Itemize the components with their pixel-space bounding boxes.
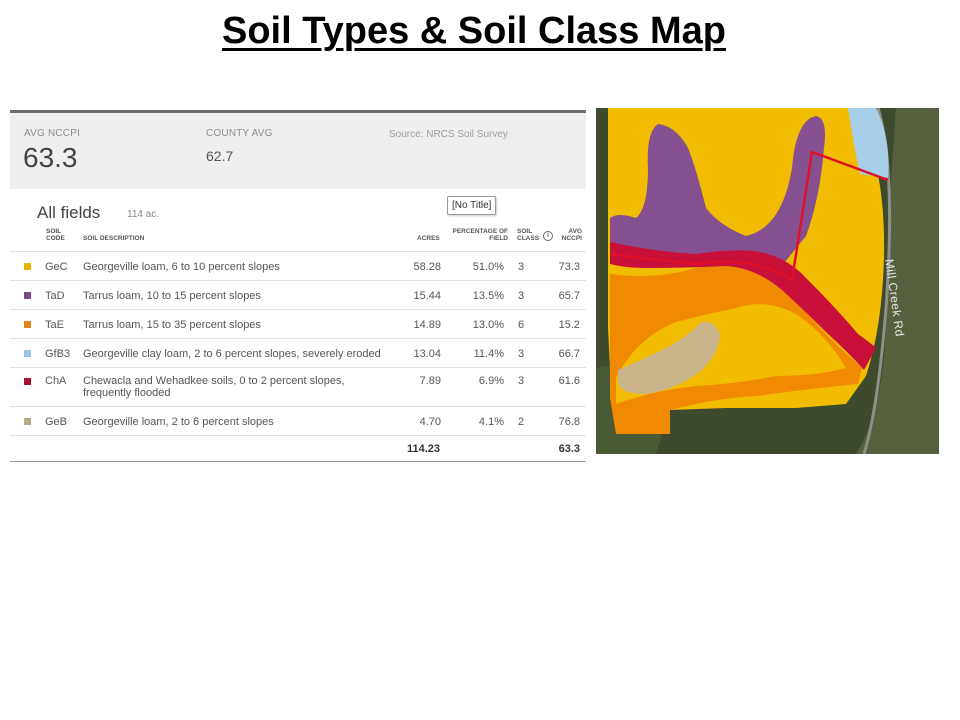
soil-color-swatch (24, 378, 31, 385)
summary-bar: AVG NCCPI 63.3 COUNTY AVG 62.7 Source: N… (10, 113, 586, 189)
table-row[interactable]: TaE Tarrus loam, 15 to 35 percent slopes 1… (10, 309, 586, 338)
soil-color-swatch (24, 350, 31, 357)
county-avg-label: COUNTY AVG (206, 128, 273, 139)
header-soil-description[interactable]: SOIL DESCRIPTION (83, 235, 144, 242)
avg-nccpi-value: 63.3 (23, 142, 78, 173)
soil-percentage: 13.5% (472, 290, 504, 302)
soil-acres: 13.04 (413, 348, 441, 360)
soil-percentage: 4.1% (478, 416, 504, 428)
soil-class: 3 (518, 261, 525, 273)
soil-code: TaD (45, 290, 65, 302)
table-row[interactable]: TaD Tarrus loam, 10 to 15 percent slopes 1… (10, 280, 586, 309)
header-percentage[interactable]: PERCENTAGE OF FIELD (452, 228, 509, 242)
soil-class: 3 (518, 348, 525, 360)
fields-title: All fields (37, 203, 101, 222)
soil-code: GeC (45, 261, 68, 273)
soil-acres: 7.89 (419, 375, 441, 387)
soil-color-swatch (24, 321, 31, 328)
soil-percentage: 51.0% (472, 261, 504, 273)
info-icon[interactable]: i (543, 231, 553, 241)
soil-acres: 58.28 (413, 261, 441, 273)
soil-description: Georgeville loam, 2 to 6 percent slopes (83, 416, 274, 428)
soil-color-swatch (24, 418, 31, 425)
soil-description: Tarrus loam, 15 to 35 percent slopes (83, 319, 261, 331)
soil-percentage: 6.9% (478, 375, 504, 387)
soil-avg-nccpi: 15.2 (558, 319, 580, 331)
avg-nccpi-label: AVG NCCPI (24, 128, 81, 139)
soil-color-swatch (24, 292, 31, 299)
soil-acres: 14.89 (413, 319, 441, 331)
soil-description: Georgeville clay loam, 2 to 6 percent sl… (83, 348, 381, 360)
soil-avg-nccpi: 66.7 (558, 348, 580, 360)
soil-acres: 4.70 (419, 416, 441, 428)
header-acres[interactable]: ACRES (417, 235, 440, 242)
total-acres: 114.23 (406, 443, 440, 455)
table-row[interactable]: GeC Georgeville loam, 6 to 10 percent slo… (10, 251, 586, 280)
header-soil-class[interactable]: SOIL CLASS (517, 228, 539, 242)
soil-code: GfB3 (45, 348, 71, 360)
table-row[interactable]: ChA Chewacla and Wehadkee soils, 0 to 2 p… (10, 367, 586, 406)
county-avg-value: 62.7 (206, 148, 234, 164)
soil-acres: 15.44 (413, 290, 441, 302)
soil-description: Georgeville loam, 6 to 10 percent slopes (83, 261, 280, 273)
soil-avg-nccpi: 76.8 (558, 416, 580, 428)
soil-description: Tarrus loam, 10 to 15 percent slopes (83, 290, 261, 302)
soil-avg-nccpi: 65.7 (558, 290, 580, 302)
soil-class: 3 (518, 290, 525, 302)
source-note: Source: NRCS Soil Survey (389, 129, 508, 140)
total-nccpi: 63.3 (558, 443, 580, 455)
soil-avg-nccpi: 73.3 (558, 261, 580, 273)
soil-description: Chewacla and Wehadkee soils, 0 to 2 perc… (83, 375, 345, 399)
soil-code: ChA (45, 375, 67, 387)
table-total-row: 114.23 63.3 (10, 435, 586, 463)
slide-title: Soil Types & Soil Class Map (222, 10, 726, 52)
soil-code: GeB (45, 416, 68, 428)
table-row[interactable]: GfB3 Georgeville clay loam, 2 to 6 percen… (10, 338, 586, 367)
soil-percentage: 13.0% (472, 319, 504, 331)
soil-class: 2 (518, 416, 525, 428)
soil-class: 6 (518, 319, 525, 331)
header-soil-code[interactable]: SOIL CODE (46, 228, 70, 242)
soil-class-map[interactable]: Mill Creek Rd (596, 108, 939, 454)
soil-color-swatch (24, 263, 31, 270)
soil-avg-nccpi: 61.6 (558, 375, 580, 387)
tooltip: [No Title] (447, 196, 497, 215)
table-row[interactable]: GeB Georgeville loam, 2 to 6 percent slop… (10, 406, 586, 435)
soil-class: 3 (518, 375, 525, 387)
fields-acres: 114 ac. (127, 209, 160, 220)
soil-table-panel: AVG NCCPI 63.3 COUNTY AVG 62.7 Source: N… (10, 110, 586, 462)
soil-code: TaE (45, 319, 64, 331)
header-avg-nccpi[interactable]: AVG NCCPI (560, 228, 582, 242)
soil-percentage: 11.4% (473, 348, 504, 360)
